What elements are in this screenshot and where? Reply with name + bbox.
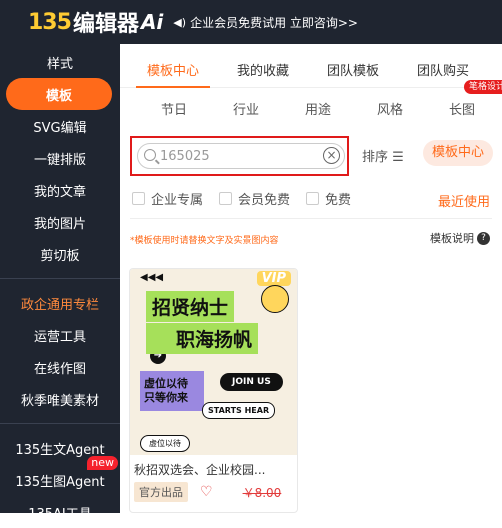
sidebar-item-articles[interactable]: 我的文章 [0,174,120,206]
sidebar-item-styles[interactable]: 样式 [0,46,120,78]
tab-favorites[interactable]: 我的收藏 [218,44,308,87]
search-icon [144,149,156,161]
filter-member-free[interactable]: 会员免费 [219,189,290,208]
template-help-link[interactable]: 模板说明 ? [430,230,490,246]
search-row: × 排序 ☰ 模板中心 [120,128,502,178]
checkbox[interactable] [132,191,145,205]
subtab-long-image[interactable]: 长图 笔格设计 [426,79,502,118]
filter-label: 企业专属 [151,192,204,208]
logo-ai: Ai [140,10,164,34]
search-field[interactable]: × [137,143,345,169]
clear-icon[interactable]: × [323,147,340,164]
sort-icon: ☰ [392,150,404,165]
sidebar-item-image-agent[interactable]: 135生图Agent new [0,456,120,496]
top-bar: 135 编辑器 Ai ◀) 企业会员免费试用 立即咨询>> [0,0,502,44]
sidebar-item-label: 135生图Agent [15,474,105,490]
filter-free[interactable]: 免费 [306,189,351,208]
sort-label: 排序 [362,150,389,165]
subtab-style[interactable]: 风格 [354,99,426,118]
official-tag: 官方出品 [134,482,188,502]
subtab-usage[interactable]: 用途 [282,99,354,118]
sidebar-item-gov[interactable]: 政企通用专栏 [0,287,120,319]
sidebar-item-ops-tools[interactable]: 运营工具 [0,319,120,351]
sort-button[interactable]: 排序 ☰ [362,146,404,165]
subtab-festival[interactable]: 节日 [138,99,210,118]
help-label: 模板说明 [430,232,474,245]
logo-text: 编辑器 [72,12,139,37]
checkbox[interactable] [306,191,320,205]
arrows-decoration: ◀◀◀ [140,272,164,283]
sidebar-divider [0,423,120,424]
magnifier-face-icon [261,285,289,313]
logo-number: 135 [28,9,72,35]
heart-icon[interactable]: ♡ [200,484,213,500]
poster-title-2: 职海扬帆 [146,323,259,354]
promo-link[interactable]: ◀) 企业会员免费试用 立即咨询>> [173,14,358,31]
main-panel: 模板中心 我的收藏 团队模板 团队购买 节日 行业 用途 风格 长图 笔格设计 … [120,44,502,513]
subtab-label: 长图 [448,102,475,118]
sidebar: 样式 模板 SVG编辑 一键排版 我的文章 我的图片 剪切板 政企通用专栏 运营… [0,44,120,522]
sidebar-item-clipboard[interactable]: 剪切板 [0,238,120,270]
sidebar-divider [0,278,120,279]
filter-label: 免费 [325,192,352,208]
price: ￥8.00 [242,485,282,500]
filter-row: 企业专属 会员免费 免费 最近使用 [120,178,502,218]
pen-design-badge: 笔格设计 [463,79,502,94]
logo[interactable]: 135 编辑器 Ai [28,6,163,38]
sidebar-item-layout[interactable]: 一键排版 [0,142,120,174]
poster-purple-block: 虚位以待 只等你来 [140,371,204,411]
promo-text: 企业会员免费试用 立即咨询>> [190,15,358,30]
search-input[interactable] [160,148,310,164]
poster-title-1: 招贤纳士 [146,291,235,322]
sidebar-item-online-draw[interactable]: 在线作图 [0,351,120,383]
usage-tip: *模板使用时请替换文字及实景图内容 [130,236,279,246]
join-us-label: JOIN US [220,373,283,391]
divider [130,218,492,219]
checkbox[interactable] [219,191,233,205]
speaker-icon: ◀) [173,15,187,29]
sidebar-item-templates[interactable]: 模板 [6,78,112,110]
poster-pill: 虚位以待 [140,435,190,452]
new-badge: new [87,456,118,470]
tab-bar: 模板中心 我的收藏 团队模板 团队购买 [120,44,502,88]
filter-enterprise[interactable]: 企业专属 [132,189,203,208]
subtab-industry[interactable]: 行业 [210,99,282,118]
recent-used-link[interactable]: 最近使用 [438,191,490,210]
filter-label: 会员免费 [238,192,291,208]
template-center-button[interactable]: 模板中心 [423,140,494,166]
sidebar-item-images[interactable]: 我的图片 [0,206,120,238]
sidebar-item-autumn[interactable]: 秋季唯美素材 [0,383,120,415]
tab-team-templates[interactable]: 团队模板 [308,44,398,87]
sidebar-item-ai-tools[interactable]: 135AI工具 [0,496,120,528]
card-meta: 官方出品 ♡ ￥8.00 [130,478,297,506]
template-card[interactable]: ◀◀◀ VIP 招贤纳士 ➔ 职海扬帆 虚位以待 只等你来 JOIN US ST… [129,268,298,513]
search-highlight: × [130,136,349,176]
sidebar-item-svg[interactable]: SVG编辑 [0,110,120,142]
template-thumbnail[interactable]: ◀◀◀ VIP 招贤纳士 ➔ 职海扬帆 虚位以待 只等你来 JOIN US ST… [130,269,297,455]
tab-template-center[interactable]: 模板中心 [128,44,218,88]
starts-label: STARTS HEAR [202,402,276,419]
category-tabs: 节日 行业 用途 风格 长图 笔格设计 [120,79,502,128]
vip-badge: VIP [256,271,291,286]
question-icon: ? [477,231,490,245]
template-name[interactable]: 秋招双选会、企业校园... [130,455,297,478]
